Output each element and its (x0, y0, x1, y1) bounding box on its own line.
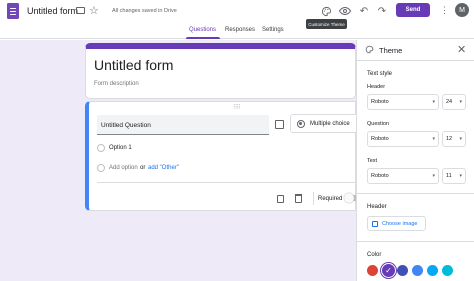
chevron-down-icon: ▾ (432, 99, 435, 105)
question-title-text: Untitled Question (101, 122, 151, 129)
image-icon (372, 221, 378, 227)
question-title-input[interactable]: Untitled Question (97, 115, 269, 135)
drag-handle-icon[interactable]: ⠿⠿ (233, 104, 241, 111)
text-font-value: Roboto (371, 173, 389, 179)
text-font-select[interactable]: Roboto ▾ (367, 168, 439, 184)
divider (313, 192, 314, 205)
color-swatch[interactable]: ✓ (382, 264, 395, 277)
text-size-select[interactable]: 11 ▾ (442, 168, 466, 184)
color-swatch[interactable] (442, 265, 453, 276)
theme-panel-title: Theme (379, 46, 403, 55)
preview-eye-icon[interactable] (339, 5, 351, 17)
forms-logo-icon[interactable] (7, 3, 19, 19)
avatar[interactable]: M (455, 3, 469, 17)
header-size-value: 24 (446, 99, 453, 105)
question-size-select[interactable]: 12 ▾ (442, 131, 466, 147)
palette-icon[interactable] (320, 5, 332, 17)
header-size-select[interactable]: 24 ▾ (442, 94, 466, 110)
form-description-field[interactable]: Form description (94, 81, 139, 87)
chevron-down-icon: ▾ (459, 136, 462, 142)
send-button[interactable]: Send (396, 3, 430, 17)
option-1-text[interactable]: Option 1 (109, 145, 132, 151)
chevron-down-icon: ▾ (432, 136, 435, 142)
document-title[interactable]: Untitled form (27, 6, 78, 16)
question-font-label: Question (367, 121, 390, 127)
color-swatch[interactable] (397, 265, 408, 276)
text-size-value: 11 (446, 173, 452, 179)
palette-icon (365, 45, 374, 56)
header-image-heading: Header (367, 204, 387, 210)
redo-icon[interactable]: ↷ (376, 5, 388, 17)
form-title-card[interactable]: Untitled form Form description (85, 43, 356, 99)
question-card[interactable]: ⠿⠿ Untitled Question Multiple choice Opt… (85, 101, 362, 211)
divider (357, 241, 474, 242)
chevron-down-icon: ▾ (459, 173, 462, 179)
radio-button-icon (297, 120, 305, 128)
tab-responses[interactable]: Responses (225, 27, 255, 33)
chevron-down-icon: ▾ (432, 173, 435, 179)
form-title[interactable]: Untitled form (94, 57, 173, 73)
save-status: All changes saved in Drive (112, 8, 177, 14)
question-type-label: Multiple choice (310, 121, 350, 127)
add-image-icon[interactable] (275, 120, 284, 129)
divider (357, 193, 474, 194)
text-style-heading: Text style (367, 71, 393, 77)
active-tab-indicator (186, 37, 220, 39)
theme-panel-header: Theme ✕ (357, 40, 474, 61)
folder-icon[interactable] (76, 7, 85, 14)
tab-settings[interactable]: Settings (262, 27, 284, 33)
tab-questions[interactable]: Questions (189, 27, 216, 33)
undo-icon[interactable]: ↶ (358, 5, 370, 17)
form-canvas: Untitled form Form description ⠿⠿ Untitl… (0, 40, 362, 281)
add-option-link[interactable]: Add option (109, 165, 138, 171)
question-type-select[interactable]: Multiple choice (290, 114, 362, 133)
tooltip: Customize Theme (306, 19, 347, 29)
choose-image-button[interactable]: Choose image (367, 216, 426, 231)
tab-bar: Questions Responses Settings (0, 24, 474, 39)
color-swatch[interactable] (412, 265, 423, 276)
star-icon[interactable]: ☆ (89, 4, 99, 17)
add-other-link[interactable]: add "Other" (148, 165, 179, 171)
question-size-value: 12 (446, 136, 453, 142)
header-font-label: Header (367, 84, 386, 90)
close-icon[interactable]: ✕ (457, 43, 466, 56)
required-label: Required (318, 196, 343, 202)
add-option-radio-icon (97, 164, 105, 172)
color-heading: Color (367, 252, 382, 258)
question-font-select[interactable]: Roboto ▾ (367, 131, 439, 147)
delete-icon[interactable] (295, 194, 302, 203)
choose-image-label: Choose image (382, 221, 418, 227)
duplicate-icon[interactable] (277, 195, 284, 203)
header-font-value: Roboto (371, 99, 389, 105)
question-font-value: Roboto (371, 136, 389, 142)
color-swatch[interactable] (367, 265, 378, 276)
chevron-down-icon: ▾ (459, 99, 462, 105)
theme-panel: Theme ✕ Text style Header Roboto ▾ 24 ▾ Qu… (356, 40, 474, 281)
text-font-label: Text (367, 158, 378, 164)
or-text: or (140, 165, 146, 171)
option-radio-icon (97, 144, 105, 152)
top-bar: Untitled form ☆ All changes saved in Dri… (0, 0, 474, 24)
more-options-icon[interactable]: ⋮ (440, 5, 449, 16)
header-font-select[interactable]: Roboto ▾ (367, 94, 439, 110)
color-swatch[interactable] (427, 265, 438, 276)
divider (97, 182, 359, 183)
